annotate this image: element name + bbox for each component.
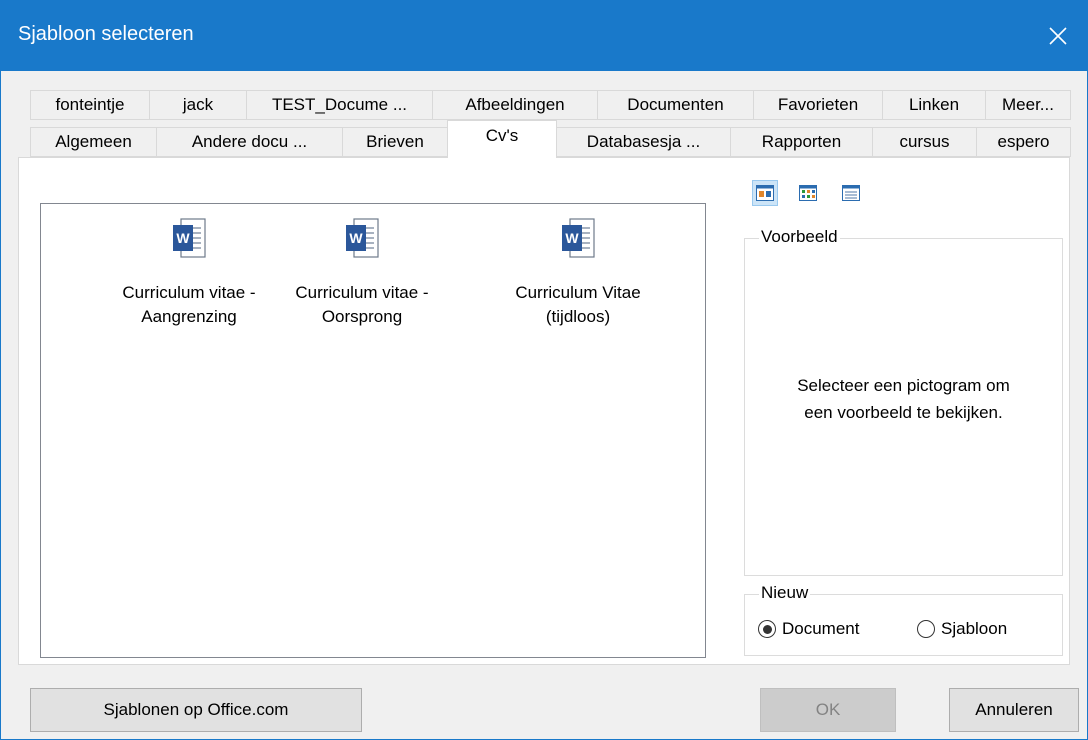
dialog-title: Sjabloon selecteren: [18, 23, 194, 45]
word-document-icon: W: [173, 218, 206, 258]
svg-text:W: W: [349, 230, 363, 246]
tab-jack[interactable]: jack: [149, 90, 247, 120]
template-label: Curriculum Vitae: [515, 283, 641, 302]
template-label: Aangrenzing: [141, 307, 237, 326]
template-item-aangrenzing[interactable]: W Curriculum vitae - Aangrenzing: [89, 218, 289, 329]
new-group: Nieuw Document Sjabloon: [744, 583, 1063, 656]
tab-cursus[interactable]: cursus: [872, 127, 977, 157]
template-item-tijdloos[interactable]: W Curriculum Vitae (tijdloos): [478, 218, 678, 329]
template-item-oorsprong[interactable]: W Curriculum vitae - Oorsprong: [262, 218, 462, 329]
office-templates-button[interactable]: Sjablonen op Office.com: [30, 688, 362, 732]
tab-linken[interactable]: Linken: [882, 90, 986, 120]
close-button[interactable]: [1029, 1, 1087, 71]
cancel-button[interactable]: Annuleren: [949, 688, 1079, 732]
preview-message: Selecteer een pictogram om een voorbeeld…: [797, 376, 1010, 422]
list-view-button[interactable]: [795, 180, 821, 206]
large-icons-view-icon: [756, 185, 774, 201]
title-bar: Sjabloon selecteren: [1, 1, 1087, 71]
large-icons-view-button[interactable]: [752, 180, 778, 206]
svg-text:W: W: [176, 230, 190, 246]
sjabloon-radio[interactable]: Sjabloon: [917, 619, 1007, 639]
details-view-button[interactable]: [838, 180, 864, 206]
tab-andere-documenten[interactable]: Andere docu ...: [156, 127, 343, 157]
svg-text:W: W: [565, 230, 579, 246]
template-list[interactable]: W Curriculum vitae - Aangrenzing W Curri…: [40, 203, 706, 658]
word-document-icon: W: [346, 218, 379, 258]
word-document-icon: W: [562, 218, 595, 258]
tab-favorieten[interactable]: Favorieten: [753, 90, 883, 120]
close-icon: [1049, 27, 1067, 45]
template-label: (tijdloos): [545, 307, 611, 326]
tab-afbeeldingen[interactable]: Afbeeldingen: [432, 90, 598, 120]
preview-label: Voorbeeld: [759, 227, 840, 247]
template-label: Oorsprong: [321, 307, 403, 326]
tab-meer[interactable]: Meer...: [985, 90, 1071, 120]
tab-rapporten[interactable]: Rapporten: [730, 127, 873, 157]
document-radio[interactable]: Document: [758, 619, 859, 639]
tab-databasesjablonen[interactable]: Databasesja ...: [556, 127, 731, 157]
tab-espero[interactable]: espero: [976, 127, 1071, 157]
list-view-icon: [799, 185, 817, 201]
template-label: Curriculum vitae -: [295, 283, 429, 302]
radio-checked-icon: [758, 620, 776, 638]
details-view-icon: [842, 185, 860, 201]
new-label: Nieuw: [759, 583, 811, 603]
tab-algemeen[interactable]: Algemeen: [30, 127, 157, 157]
radio-unchecked-icon: [917, 620, 935, 638]
tab-documenten[interactable]: Documenten: [597, 90, 754, 120]
tab-cvs[interactable]: Cv's: [447, 120, 557, 158]
template-label: Curriculum vitae -: [122, 283, 256, 302]
preview-group: Voorbeeld Selecteer een pictogram om een…: [744, 227, 1063, 576]
tab-fonteintje[interactable]: fonteintje: [30, 90, 150, 120]
tab-brieven[interactable]: Brieven: [342, 127, 448, 157]
tab-test-documents[interactable]: TEST_Docume ...: [246, 90, 433, 120]
ok-button[interactable]: OK: [760, 688, 896, 732]
